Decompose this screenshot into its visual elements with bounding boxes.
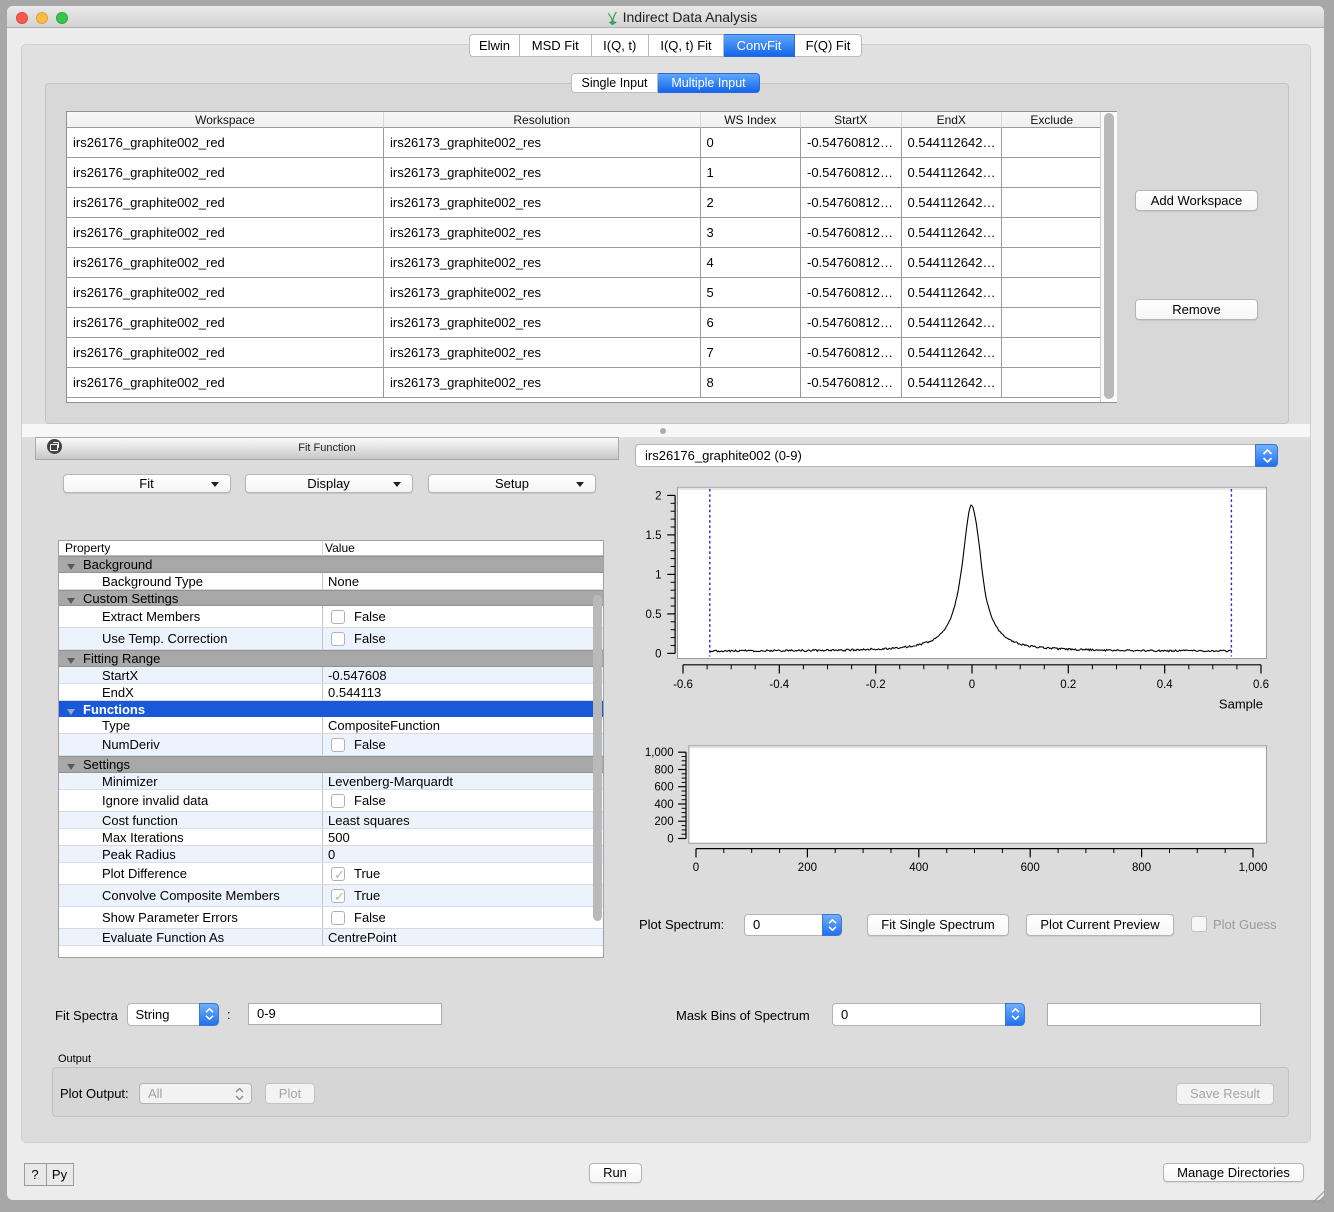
- svg-text:0.2: 0.2: [1060, 679, 1076, 691]
- svg-text:800: 800: [1132, 862, 1151, 874]
- svg-text:1,000: 1,000: [1239, 862, 1268, 874]
- svg-text:2: 2: [655, 490, 661, 502]
- svg-text:0: 0: [693, 862, 699, 874]
- svg-text:200: 200: [654, 816, 673, 828]
- svg-text:0.4: 0.4: [1157, 679, 1174, 691]
- svg-text:Sample: Sample: [1219, 697, 1263, 712]
- svg-text:1: 1: [655, 569, 661, 581]
- svg-text:400: 400: [909, 862, 928, 874]
- svg-text:800: 800: [654, 765, 673, 777]
- svg-text:-0.6: -0.6: [673, 679, 693, 691]
- svg-text:1.5: 1.5: [646, 530, 662, 542]
- svg-text:0.5: 0.5: [646, 609, 662, 621]
- svg-text:0: 0: [655, 648, 661, 660]
- svg-text:-0.2: -0.2: [866, 679, 886, 691]
- svg-text:0: 0: [969, 679, 975, 691]
- svg-text:0: 0: [667, 834, 673, 846]
- svg-text:600: 600: [654, 782, 673, 794]
- svg-text:-0.4: -0.4: [769, 679, 789, 691]
- svg-text:0.6: 0.6: [1253, 679, 1269, 691]
- svg-text:200: 200: [798, 862, 817, 874]
- svg-text:600: 600: [1021, 862, 1040, 874]
- svg-text:400: 400: [654, 799, 673, 811]
- svg-text:1,000: 1,000: [645, 747, 674, 759]
